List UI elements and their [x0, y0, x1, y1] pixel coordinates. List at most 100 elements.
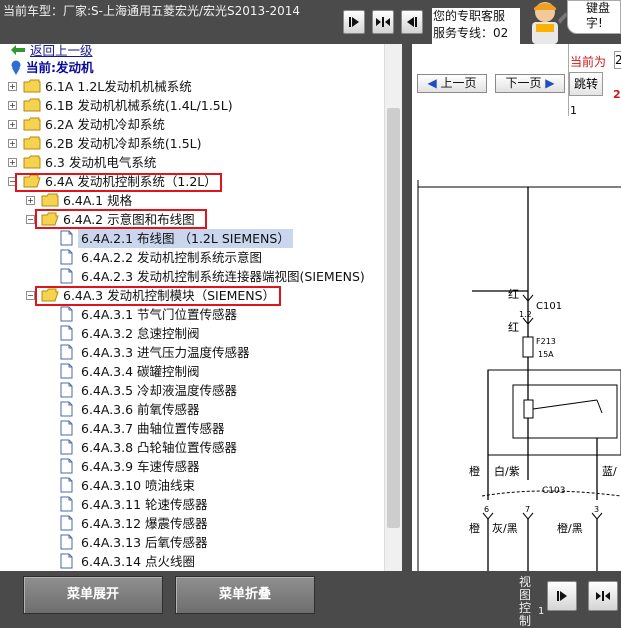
tree-leaf-label: 6.4A.3.4 碳罐控制阀: [81, 364, 200, 379]
tree-leaf[interactable]: 6.4A.3.4 碳罐控制阀: [60, 362, 386, 381]
tree-node[interactable]: + 6.2A 发动机冷却系统: [8, 115, 388, 134]
arrow-right-icon: [349, 17, 359, 27]
document-icon: [60, 458, 73, 474]
prev-page-button[interactable]: ◀ 上一页: [417, 74, 487, 93]
tree-leaf-label: 6.4A.3.8 凸轮轴位置传感器: [81, 440, 238, 455]
tree-leaf-label: 6.4A.3.12 爆震传感器: [81, 516, 208, 531]
wire-color-label: 白/紫: [494, 464, 520, 478]
wire-color-label: 橙: [469, 521, 480, 535]
tree-leaf[interactable]: 6.4A.3.6 前氧传感器: [60, 400, 386, 419]
document-icon: [60, 477, 73, 493]
tree-leaf[interactable]: 6.4A.3.10 喷油线束: [60, 476, 386, 495]
tree-leaf[interactable]: 6.4A.3.5 冷却液温度传感器: [60, 381, 386, 400]
split-arrows-icon: [376, 17, 390, 27]
tree-leaf[interactable]: 6.4A.2.3 发动机控制系统连接器端视图(SIEMENS): [60, 267, 386, 286]
document-icon: [60, 420, 73, 436]
tree-leaf[interactable]: 6.4A.3.8 凸轮轴位置传感器: [60, 438, 386, 457]
highlight-box: [15, 173, 222, 192]
document-icon: [60, 439, 73, 455]
collapse-menu-button[interactable]: 菜单折叠: [175, 576, 315, 614]
tree-leaf[interactable]: 6.4A.2.2 发动机控制系统示意图: [60, 248, 386, 267]
next-page-label: 下一页: [505, 76, 542, 90]
arrow-left-icon: [407, 17, 417, 27]
tree-leaf[interactable]: 6.4A.3.11 轮速传感器: [60, 495, 386, 514]
nav-split-button[interactable]: [372, 10, 394, 34]
view-control-label: 视图控制: [518, 575, 531, 628]
wire-color-label: 红: [508, 288, 519, 301]
tree-node-label: 6.3 发动机电气系统: [45, 155, 157, 170]
nav-forward-button[interactable]: [343, 10, 365, 34]
expand-plus-icon[interactable]: +: [8, 101, 17, 110]
expand-plus-icon[interactable]: +: [8, 158, 17, 167]
document-icon: [60, 496, 73, 512]
view-split-button[interactable]: [588, 581, 618, 611]
tree-leaf-label: 6.4A.2.2 发动机控制系统示意图: [81, 250, 263, 265]
document-icon: [60, 382, 73, 398]
fuse-rating-label: 15A: [538, 350, 554, 359]
document-icon: [60, 344, 73, 360]
document-icon: [60, 268, 73, 284]
nav-back-button[interactable]: [401, 10, 423, 34]
document-icon: [60, 230, 73, 246]
current-page-label: 当前为: [570, 55, 607, 69]
tree-node[interactable]: + 6.1B 发动机机械系统(1.4L/1.5L): [8, 96, 388, 115]
bubble-line-1: 键盘: [586, 1, 611, 15]
split-arrows-icon: [596, 591, 610, 601]
folder-closed-icon: [41, 193, 59, 207]
viewer-toolbar: ◀ 上一页 下一页 ▶: [412, 44, 570, 116]
collapse-minus-icon[interactable]: −: [26, 215, 35, 224]
pin-label: 3: [594, 505, 599, 514]
document-icon: [60, 306, 73, 322]
collapse-minus-icon[interactable]: −: [26, 291, 35, 300]
tree-leaf-selected[interactable]: 6.4A.2.1 布线图 （1.2L SIEMENS）: [60, 229, 386, 248]
prev-arrow-icon: ◀: [427, 76, 437, 90]
tree-node-label: 6.2B 发动机冷却系统(1.5L): [45, 136, 202, 151]
folder-closed-icon: [23, 155, 41, 169]
tree-scrollbar[interactable]: [384, 44, 402, 571]
mascot-speech-bubble: 键盘 字!: [567, 0, 621, 34]
tree-node[interactable]: + 6.2B 发动机冷却系统(1.5L): [8, 134, 388, 153]
expand-menu-button[interactable]: 菜单展开: [23, 576, 163, 614]
relay-switch: [596, 399, 603, 414]
tree-leaf[interactable]: 6.4A.3.2 怠速控制阀: [60, 324, 386, 343]
tree-leaf[interactable]: 6.4A.3.9 车速传感器: [60, 457, 386, 476]
wire-color-label: 灰/黑: [492, 521, 518, 535]
current-vehicle-label: 当前车型：厂家:S-上海通用五菱宏光/宏光S2013-2014: [3, 4, 301, 18]
expand-plus-icon[interactable]: +: [8, 139, 17, 148]
location-pin-icon: [11, 60, 21, 75]
tree-leaf-label: 6.4A.3.1 节气门位置传感器: [81, 307, 238, 322]
pin-label: 6: [484, 505, 489, 514]
current-page-input[interactable]: 2: [614, 51, 621, 69]
tree-scrollbar-thumb[interactable]: [387, 108, 400, 528]
tree-leaf[interactable]: 6.4A.3.13 后氧传感器: [60, 533, 386, 552]
tree-node[interactable]: + 6.4A.1 规格: [26, 191, 386, 210]
document-icon: [60, 401, 73, 417]
next-page-button[interactable]: 下一页 ▶: [495, 74, 565, 93]
arrow-right-icon: [557, 591, 567, 601]
tree-leaf[interactable]: 6.4A.3.7 曲轴位置传感器: [60, 419, 386, 438]
folder-closed-icon: [23, 79, 41, 93]
relay-box: [487, 369, 621, 456]
tree-node[interactable]: + 6.3 发动机电气系统: [8, 153, 388, 172]
connector-label: C101: [536, 301, 562, 312]
tree-leaf-label: 6.4A.3.3 进气压力温度传感器: [81, 345, 250, 360]
tree-leaf-label: 6.4A.3.11 轮速传感器: [81, 497, 208, 512]
expand-plus-icon[interactable]: +: [26, 196, 35, 205]
pin-label: 1.2: [519, 310, 532, 319]
tree-leaf[interactable]: 6.4A.3.3 进气压力温度传感器: [60, 343, 386, 362]
tree-leaf-label: 6.4A.2.3 发动机控制系统连接器端视图(SIEMENS): [81, 269, 365, 284]
jump-button[interactable]: 跳转: [569, 72, 603, 96]
tree-node-label: 6.2A 发动机冷却系统: [45, 117, 165, 132]
total-pages-text: 26: [613, 88, 621, 101]
view-forward-button[interactable]: [547, 581, 577, 611]
back-arrow-icon: [11, 45, 25, 55]
tree-leaf[interactable]: 6.4A.3.1 节气门位置传感器: [60, 305, 386, 324]
tree-leaf[interactable]: 6.4A.3.12 爆震传感器: [60, 514, 386, 533]
expand-plus-icon[interactable]: +: [8, 120, 17, 129]
tree-leaf[interactable]: 6.4A.3.14 点火线圈: [60, 552, 386, 571]
wiring-diagram[interactable]: 红 C101 1.2 红 F213 15A 橙 白/紫 蓝/ C103 6 7 …: [412, 180, 621, 571]
expand-plus-icon[interactable]: +: [8, 82, 17, 91]
highlight-box: [35, 286, 281, 306]
tree-node[interactable]: + 6.1A 1.2L发动机机械系统: [8, 77, 388, 96]
tree-leaf-label: 6.4A.3.2 怠速控制阀: [81, 326, 200, 341]
